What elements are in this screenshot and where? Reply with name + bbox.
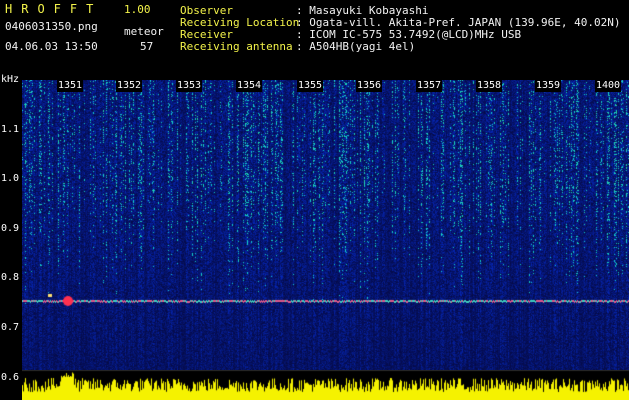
meteor-level-strip	[22, 370, 629, 400]
time-tick: 1353	[176, 80, 203, 92]
time-tick: 1358	[476, 80, 503, 92]
app-version: 1.00	[124, 3, 151, 16]
y-tick: 0.8	[1, 272, 20, 283]
meteor-label: meteor	[124, 25, 164, 38]
time-tick: 1352	[116, 80, 143, 92]
app-title: HROFFT	[5, 2, 103, 16]
time-tick: 1351	[57, 80, 84, 92]
antenna-value: : A504HB(yagi 4el)	[296, 40, 416, 53]
antenna-label: Receiving antenna	[180, 40, 293, 53]
datetime-label: 04.06.03 13:50	[5, 40, 98, 53]
y-tick: 0.7	[1, 322, 20, 333]
y-tick: 1.0	[1, 173, 20, 184]
time-tick: 1359	[535, 80, 562, 92]
time-tick: 1354	[236, 80, 263, 92]
y-tick: 1.1	[1, 124, 20, 135]
axis-unit-label: kHz	[1, 74, 20, 85]
spectrogram	[22, 80, 629, 370]
y-tick: 0.6	[1, 372, 20, 383]
meteor-count: 57	[140, 40, 154, 53]
time-tick: 1357	[416, 80, 443, 92]
y-tick: 0.9	[1, 223, 20, 234]
filename-label: 0406031350.png	[5, 20, 98, 33]
time-tick: 1355	[297, 80, 324, 92]
time-tick: 1400	[595, 80, 622, 92]
time-tick: 1356	[356, 80, 383, 92]
